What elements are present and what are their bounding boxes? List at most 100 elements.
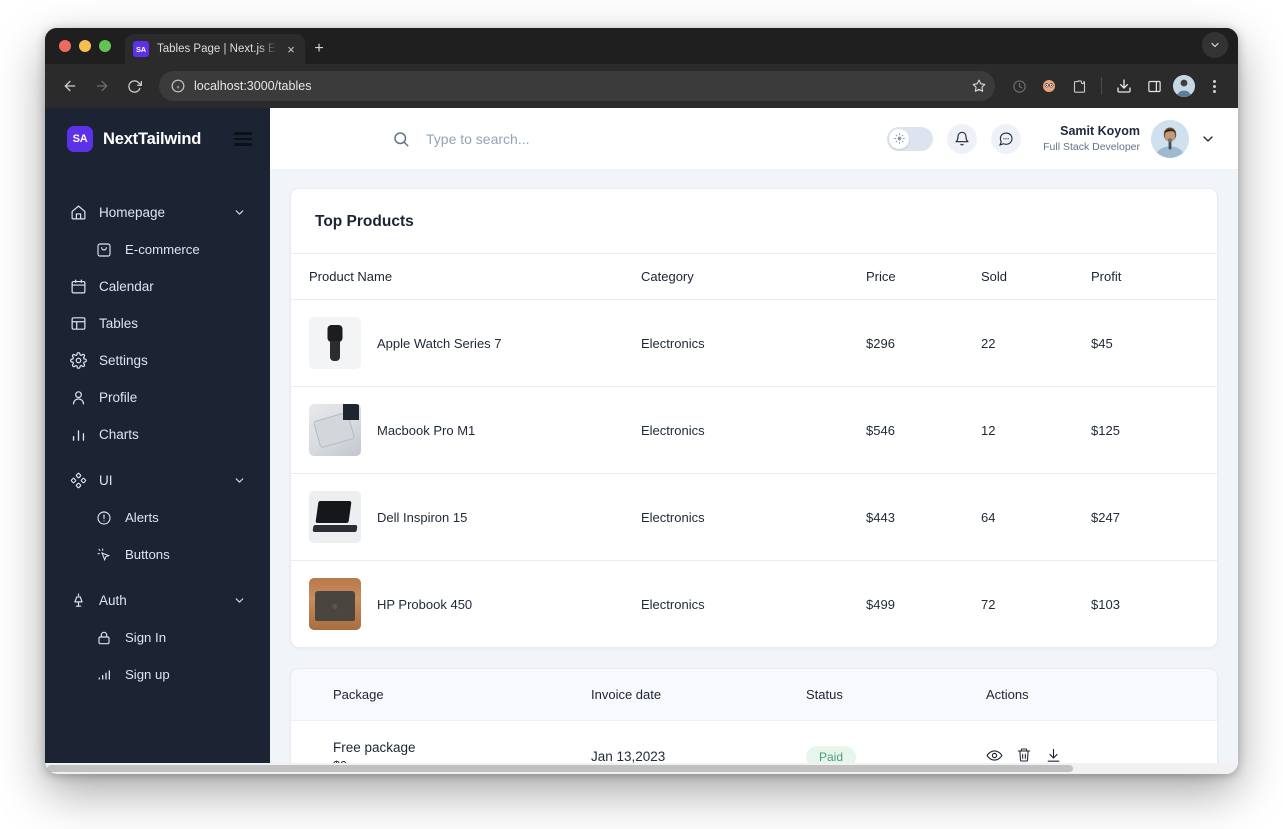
column-header-actions: Actions	[986, 669, 1217, 721]
app-sidebar: SA NextTailwind Homepage E-commerce Cale…	[45, 108, 270, 774]
sidebar-item-settings[interactable]: Settings	[59, 342, 256, 379]
product-thumbnail	[309, 491, 361, 543]
column-header-invoice-date: Invoice date	[591, 669, 806, 721]
product-price: $443	[866, 473, 981, 561]
tab-list-button[interactable]	[1202, 32, 1228, 58]
product-profit: $125	[1091, 386, 1217, 474]
avatar	[1151, 119, 1189, 158]
signal-bars-icon	[95, 666, 113, 684]
theme-toggle[interactable]	[887, 126, 934, 151]
user-info: Samit Koyom Full Stack Developer	[1043, 123, 1140, 154]
sidebar-subgroup-auth: Sign In Sign up	[45, 619, 270, 693]
product-sold: 64	[981, 473, 1091, 561]
product-thumbnail	[309, 578, 361, 630]
table-header-row: Product Name Category Price Sold Profit	[291, 253, 1217, 300]
browser-profile-button[interactable]	[1170, 72, 1198, 100]
face-extension-button[interactable]	[1035, 72, 1063, 100]
product-category: Electronics	[641, 473, 866, 561]
sidebar-nav: Homepage E-commerce Calendar Tables Sett…	[45, 170, 270, 693]
new-tab-button[interactable]: +	[305, 34, 333, 64]
bookmark-button[interactable]	[972, 79, 986, 93]
column-header-category: Category	[641, 253, 866, 300]
search-bar[interactable]	[392, 130, 887, 148]
sun-icon	[893, 133, 905, 144]
user-icon	[69, 389, 87, 407]
forward-button[interactable]	[87, 71, 117, 101]
scrollbar-thumb[interactable]	[47, 765, 1073, 772]
sidebar-item-label: Tables	[99, 316, 139, 331]
table-row[interactable]: Dell Inspiron 15 Electronics $443 64 $24…	[291, 473, 1217, 561]
chevron-down-icon	[233, 594, 246, 607]
table-row[interactable]: Macbook Pro M1 Electronics $546 12 $125	[291, 386, 1217, 474]
brand-name: NextTailwind	[103, 129, 202, 148]
table-row[interactable]: HP Probook 450 Electronics $499 72 $103	[291, 560, 1217, 647]
maximize-window-button[interactable]	[99, 40, 111, 52]
chevron-down-icon	[1211, 42, 1219, 48]
extensions-button[interactable]	[1065, 72, 1093, 100]
sidebar-item-calendar[interactable]: Calendar	[59, 268, 256, 305]
sidebar-item-buttons[interactable]: Buttons	[85, 536, 256, 573]
shopping-bag-icon	[95, 241, 113, 259]
product-sold: 22	[981, 299, 1091, 387]
user-name: Samit Koyom	[1060, 123, 1140, 138]
side-panel-button[interactable]	[1140, 72, 1168, 100]
sidebar-item-label: Settings	[99, 353, 148, 368]
sidebar-item-auth[interactable]: Auth	[59, 582, 256, 619]
product-price: $546	[866, 386, 981, 474]
main-area: Samit Koyom Full Stack Developer	[45, 108, 1238, 774]
product-category: Electronics	[641, 299, 866, 387]
app-header: Samit Koyom Full Stack Developer	[270, 108, 1238, 170]
downloads-button[interactable]	[1110, 72, 1138, 100]
sidebar-item-label: Calendar	[99, 279, 154, 294]
history-button[interactable]	[1005, 72, 1033, 100]
address-bar[interactable]: localhost:3000/tables	[159, 71, 995, 101]
packages-card: Package Invoice date Status Actions Free…	[290, 668, 1218, 774]
side-panel-icon	[1147, 80, 1161, 92]
sidebar-item-homepage[interactable]: Homepage	[59, 194, 256, 231]
back-button[interactable]	[55, 71, 85, 101]
product-name: Apple Watch Series 7	[377, 335, 502, 351]
page-title: Top Products	[315, 213, 414, 230]
sidebar-item-profile[interactable]: Profile	[59, 379, 256, 416]
brand-logo: SA	[67, 126, 93, 152]
sidebar-brand[interactable]: SA NextTailwind	[45, 108, 270, 170]
reload-icon	[127, 79, 142, 93]
browser-window: SA Tables Page | Next.js E-comm × +	[45, 28, 1238, 774]
sidebar-item-label: Profile	[99, 390, 138, 405]
product-price: $296	[866, 299, 981, 387]
browser-tab[interactable]: SA Tables Page | Next.js E-comm ×	[125, 34, 305, 64]
sidebar-item-sign-in[interactable]: Sign In	[85, 619, 256, 656]
sidebar-item-tables[interactable]: Tables	[59, 305, 256, 342]
browser-menu-button[interactable]	[1200, 72, 1228, 100]
table-row[interactable]: Apple Watch Series 7 Electronics $296 22…	[291, 299, 1217, 387]
product-thumbnail	[309, 317, 361, 369]
bell-icon	[955, 131, 969, 146]
sidebar-item-ui[interactable]: UI	[59, 462, 256, 499]
sidebar-subgroup-ui: Alerts Buttons	[45, 499, 270, 573]
sidebar-item-alerts[interactable]: Alerts	[85, 499, 256, 536]
page-viewport: SA NextTailwind Homepage E-commerce Cale…	[45, 108, 1238, 774]
product-thumbnail	[309, 404, 361, 456]
sidebar-item-ecommerce[interactable]: E-commerce	[85, 231, 256, 268]
close-tab-icon[interactable]: ×	[285, 43, 297, 56]
page-content: Top Products Product Name Category Price	[270, 170, 1238, 774]
chat-bubble-icon	[999, 132, 1013, 146]
three-dot-menu-icon	[1212, 79, 1216, 93]
user-menu[interactable]: Samit Koyom Full Stack Developer	[1043, 119, 1216, 158]
reload-button[interactable]	[119, 71, 149, 101]
sidebar-toggle-hamburger-icon[interactable]	[234, 132, 252, 146]
sidebar-item-sign-up[interactable]: Sign up	[85, 656, 256, 693]
sidebar-item-charts[interactable]: Charts	[59, 416, 256, 453]
close-window-button[interactable]	[59, 40, 71, 52]
bar-chart-icon	[69, 426, 87, 444]
product-sold: 12	[981, 386, 1091, 474]
chevron-down-icon[interactable]	[1200, 131, 1216, 147]
minimize-window-button[interactable]	[79, 40, 91, 52]
messages-button[interactable]	[991, 123, 1022, 154]
search-input[interactable]	[426, 130, 706, 147]
package-name: Free package	[333, 740, 416, 755]
notifications-button[interactable]	[947, 123, 978, 154]
horizontal-scrollbar[interactable]	[45, 763, 1238, 774]
product-category: Electronics	[641, 386, 866, 474]
